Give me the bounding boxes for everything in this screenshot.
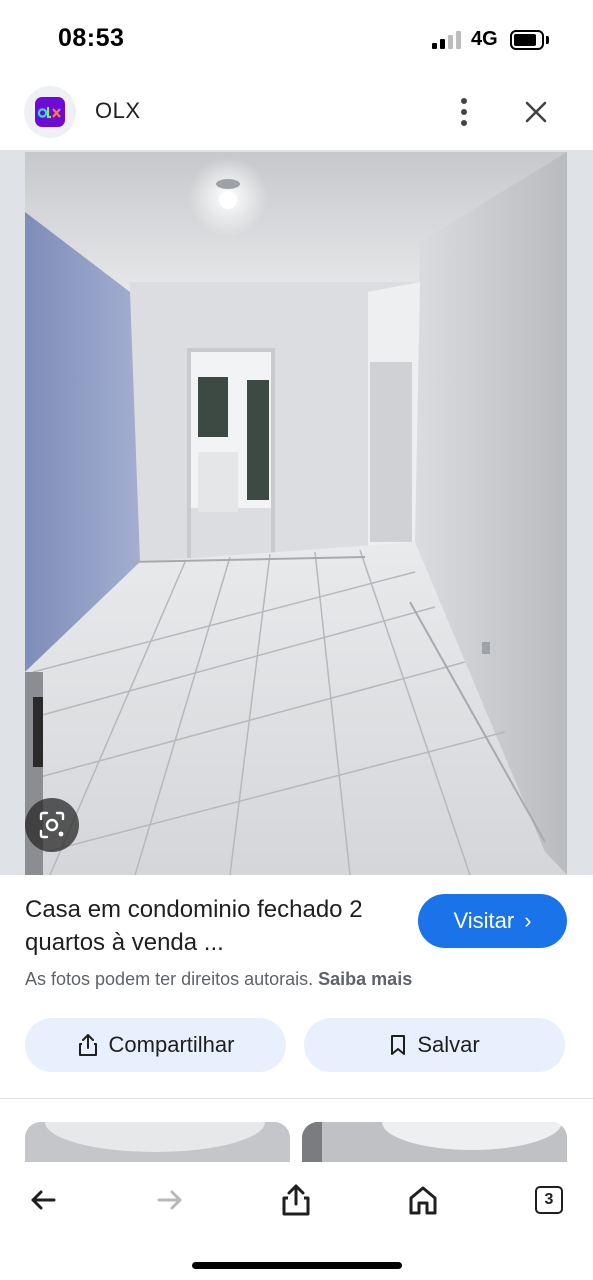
- property-photo[interactable]: [25, 152, 567, 875]
- related-image-thumbnail[interactable]: [302, 1122, 567, 1162]
- related-image-thumbnail[interactable]: [25, 1122, 290, 1162]
- lens-search-icon[interactable]: [25, 798, 79, 852]
- save-button[interactable]: Salvar: [304, 1018, 565, 1072]
- visit-button[interactable]: Visitar ›: [418, 894, 567, 948]
- network-label: 4G: [471, 28, 498, 50]
- status-bar: 08:53 4G: [0, 0, 593, 80]
- more-vert-icon[interactable]: [450, 94, 478, 130]
- share-icon: [78, 1034, 97, 1056]
- save-label: Salvar: [417, 1032, 480, 1057]
- header: OLX: [0, 80, 593, 150]
- forward-arrow-icon[interactable]: [148, 1178, 192, 1222]
- chevron-right-icon: ›: [524, 908, 532, 933]
- tabs-count: 3: [535, 1186, 563, 1214]
- close-icon[interactable]: [518, 94, 554, 130]
- result-title[interactable]: Casa em condominio fechado 2 quartos à v…: [25, 893, 405, 959]
- home-icon[interactable]: [401, 1178, 445, 1222]
- visit-label: Visitar: [453, 908, 515, 933]
- copyright-notice: As fotos podem ter direitos autorais. Sa…: [25, 969, 412, 990]
- learn-more-link[interactable]: Saiba mais: [318, 969, 412, 989]
- share-icon[interactable]: [274, 1178, 318, 1222]
- status-time: 08:53: [58, 24, 125, 52]
- site-name[interactable]: OLX: [95, 98, 141, 124]
- share-button[interactable]: Compartilhar: [25, 1018, 286, 1072]
- bookmark-icon: [391, 1035, 406, 1055]
- share-label: Compartilhar: [108, 1032, 235, 1057]
- divider: [0, 1098, 593, 1099]
- back-arrow-icon[interactable]: [21, 1178, 65, 1222]
- copyright-text: As fotos podem ter direitos autorais.: [25, 969, 314, 989]
- olx-logo-icon[interactable]: [24, 86, 76, 138]
- signal-icon: [432, 31, 462, 49]
- home-indicator[interactable]: [192, 1262, 402, 1269]
- tabs-button[interactable]: 3: [527, 1178, 571, 1222]
- image-viewer: [0, 150, 593, 875]
- battery-icon: [510, 30, 544, 50]
